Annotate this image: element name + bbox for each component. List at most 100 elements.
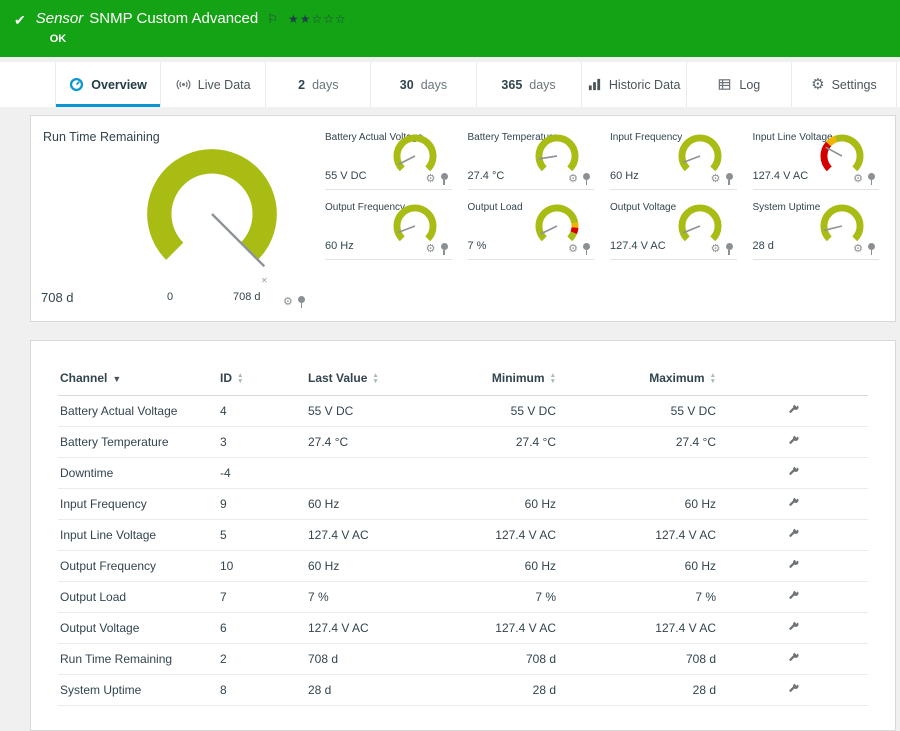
col-label: Maximum	[649, 371, 704, 385]
wrench-icon[interactable]	[787, 558, 800, 571]
pin-icon[interactable]	[726, 243, 733, 256]
wrench-icon[interactable]	[787, 465, 800, 478]
cell-maximum: 7 %	[558, 582, 718, 613]
pin-icon[interactable]	[868, 243, 875, 256]
tab-historic-data[interactable]: Historic Data	[582, 62, 687, 107]
col-label: Channel	[60, 371, 107, 385]
bar-chart-icon	[587, 77, 602, 92]
main-gauge-value: 708 d	[41, 290, 74, 305]
cell-id: 8	[218, 675, 306, 706]
cell-maximum: 127.4 V AC	[558, 520, 718, 551]
cell-minimum: 55 V DC	[418, 396, 558, 427]
cell-last-value: 60 Hz	[306, 551, 418, 582]
gear-icon[interactable]: ⚙	[426, 244, 436, 255]
priority-stars[interactable]: ★★☆☆☆	[288, 12, 347, 26]
tab-settings[interactable]: ⚙ Settings	[792, 62, 897, 107]
cell-id: 3	[218, 427, 306, 458]
tab-day-count: 2	[298, 78, 305, 92]
cell-id: 9	[218, 489, 306, 520]
gauge-title: Input Frequency	[610, 132, 682, 143]
overview-gauge-icon	[69, 77, 84, 92]
tab-overview[interactable]: Overview	[55, 62, 161, 107]
pin-icon[interactable]	[583, 243, 590, 256]
tab-label: days	[529, 78, 555, 92]
cell-actions	[718, 613, 868, 644]
cell-actions	[718, 396, 868, 427]
gear-icon[interactable]: ⚙	[426, 174, 436, 185]
col-last-value[interactable]: Last Value▲▼	[306, 367, 418, 396]
cell-id: 5	[218, 520, 306, 551]
pin-icon[interactable]	[868, 173, 875, 186]
wrench-icon[interactable]	[787, 589, 800, 602]
cell-channel: Run Time Remaining	[58, 644, 218, 675]
cell-last-value: 127.4 V AC	[306, 520, 418, 551]
pin-icon[interactable]	[298, 296, 305, 309]
cell-actions	[718, 520, 868, 551]
tab-365-days[interactable]: 365 days	[477, 62, 582, 107]
gauges-panel: Run Time Remaining ✕ 708 d 0 708 d ⚙ Bat…	[30, 115, 896, 322]
gear-icon[interactable]: ⚙	[568, 244, 578, 255]
col-minimum[interactable]: Minimum▲▼	[418, 367, 558, 396]
cell-last-value: 28 d	[306, 675, 418, 706]
table-row: Input Frequency960 Hz60 Hz60 Hz	[58, 489, 868, 520]
cell-minimum	[418, 458, 558, 489]
tab-30-days[interactable]: 30 days	[371, 62, 476, 107]
tab-label: days	[421, 78, 447, 92]
small-gauges-grid: Battery Actual Voltage 55 V DC ⚙ Battery…	[321, 124, 885, 315]
cell-id: 7	[218, 582, 306, 613]
gauge-output-frequency: Output Frequency 60 Hz ⚙	[325, 198, 452, 260]
gear-icon[interactable]: ⚙	[711, 174, 721, 185]
cell-channel: System Uptime	[58, 675, 218, 706]
gauge-input-line-voltage: Input Line Voltage 127.4 V AC ⚙	[753, 128, 880, 190]
tab-label: Live Data	[198, 78, 251, 92]
wrench-icon[interactable]	[787, 403, 800, 416]
sort-desc-icon: ▼	[112, 374, 121, 384]
cell-channel: Output Voltage	[58, 613, 218, 644]
gear-icon[interactable]: ⚙	[711, 244, 721, 255]
cell-minimum: 7 %	[418, 582, 558, 613]
gear-icon[interactable]: ⚙	[568, 174, 578, 185]
cell-maximum	[558, 458, 718, 489]
pin-icon[interactable]	[441, 173, 448, 186]
channels-table-body: Battery Actual Voltage455 V DC55 V DC55 …	[58, 396, 868, 706]
cell-actions	[718, 551, 868, 582]
pin-icon[interactable]	[726, 173, 733, 186]
tab-label: Overview	[91, 78, 147, 92]
wrench-icon[interactable]	[787, 620, 800, 633]
cell-id: 10	[218, 551, 306, 582]
flag-icon[interactable]: ⚐	[267, 12, 278, 26]
sort-icon: ▲▼	[550, 373, 556, 385]
tab-label: Log	[739, 78, 760, 92]
cell-minimum: 127.4 V AC	[418, 520, 558, 551]
col-channel[interactable]: Channel ▼	[58, 367, 218, 396]
tab-live-data[interactable]: Live Data	[161, 62, 266, 107]
gauge-value: 127.4 V AC	[610, 240, 666, 252]
wrench-icon[interactable]	[787, 527, 800, 540]
pin-icon[interactable]	[583, 173, 590, 186]
gear-icon[interactable]: ⚙	[853, 174, 863, 185]
tab-bar: Overview Live Data 2 days 30 days 365 da…	[0, 62, 900, 107]
col-id[interactable]: ID▲▼	[218, 367, 306, 396]
tab-label: Historic Data	[609, 78, 681, 92]
tab-2-days[interactable]: 2 days	[266, 62, 371, 107]
sensor-status-badge: OK	[50, 33, 347, 45]
wrench-icon[interactable]	[787, 434, 800, 447]
gauge-input-frequency: Input Frequency 60 Hz ⚙	[610, 128, 737, 190]
col-maximum[interactable]: Maximum ▲▼	[558, 367, 718, 396]
table-row: Output Frequency1060 Hz60 Hz60 Hz	[58, 551, 868, 582]
tab-log[interactable]: Log	[687, 62, 792, 107]
table-row: Downtime-4	[58, 458, 868, 489]
channels-table: Channel ▼ ID▲▼ Last Value▲▼ Minimum▲▼ Max…	[58, 367, 868, 706]
pin-icon[interactable]	[441, 243, 448, 256]
wrench-icon[interactable]	[787, 682, 800, 695]
gear-icon[interactable]: ⚙	[283, 297, 293, 308]
cell-actions	[718, 458, 868, 489]
wrench-icon[interactable]	[787, 651, 800, 664]
gauge-title: System Uptime	[753, 202, 821, 213]
gauge-value: 27.4 °C	[468, 170, 505, 182]
main-gauge-dial	[136, 138, 288, 290]
gauge-title: Output Voltage	[610, 202, 676, 213]
sort-icon: ▲▼	[710, 373, 716, 385]
gear-icon[interactable]: ⚙	[853, 244, 863, 255]
wrench-icon[interactable]	[787, 496, 800, 509]
